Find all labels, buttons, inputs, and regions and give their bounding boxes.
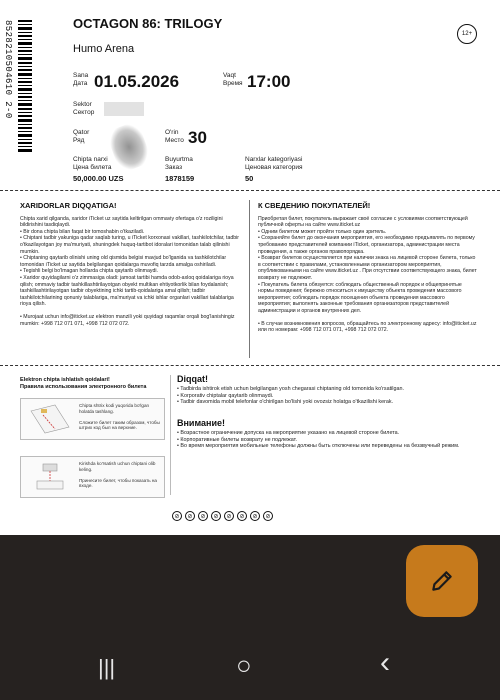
recent-apps-button[interactable]: |||	[98, 655, 115, 681]
date-value: 01.05.2026	[94, 72, 180, 91]
price-label: Chipta narxi Цена билета	[73, 156, 112, 172]
redaction-smudge	[105, 120, 153, 174]
category-label-ru: Ценовая категория	[245, 164, 303, 171]
scanner-icon	[36, 463, 64, 490]
rules-uz-line: • Murojaat uchun info@iticket.uz elektro…	[20, 313, 235, 327]
rules-ru-line: • В случае возникновения вопросов, обращ…	[258, 320, 477, 334]
no-glass-icon: ⊘	[211, 511, 221, 521]
eticket-title-uz: Elektron chipta ishlatish qoidalari!	[20, 377, 110, 383]
no-pets-icon: ⊘	[224, 511, 234, 521]
fold-diagram: Chipta shtrix kodi yuqorida bo'lgan hola…	[20, 398, 165, 440]
no-fire-icon: ⊘	[172, 511, 182, 521]
fold-ticket-icon	[30, 404, 70, 434]
rules-uz-line: • Tegishli belgi bo'lmagan hollarda chip…	[20, 268, 158, 275]
fold-diagram-text: Chipta shtrix kodi yuqorida bo'lgan hola…	[79, 403, 160, 431]
eticket-rules-title: Elektron chipta ishlatish qoidalari! Пра…	[20, 377, 146, 391]
row-label: Qator Ряд	[73, 129, 89, 145]
edit-button[interactable]	[406, 545, 478, 617]
back-button[interactable]: ‹	[380, 646, 390, 680]
no-drinks-icon: ⊘	[198, 511, 208, 521]
price-value: 50,000.00 UZS	[73, 174, 124, 183]
no-smoking-icon: ⊘	[250, 511, 260, 521]
sector-label-uz: Sektor	[73, 101, 92, 108]
warning-line: • Korporativ chiptalar qaytarib olinmayd…	[177, 392, 274, 399]
date-label: Sana Дата	[73, 72, 88, 88]
time-value: 17:00	[247, 72, 291, 91]
warning-line: • Tadbir davomida mobil telefonlar o'chi…	[177, 399, 394, 406]
show-diagram: Kirishda ko'rsatish uchun chiptani olib …	[20, 456, 165, 498]
barcode	[18, 20, 32, 152]
time-label: Vaqt Время	[223, 72, 243, 88]
event-title: OCTAGON 86: TRILOGY	[73, 16, 223, 31]
venue-name: Humo Arena	[73, 43, 135, 55]
tear-line-2	[0, 365, 500, 366]
rules-uz-line: • Xaridor quyidagilarni o'z zimmasiga ol…	[20, 274, 234, 308]
eticket-title-ru: Правила использования электронного билет…	[20, 384, 147, 390]
warnings-uz-heading: Diqqat!	[177, 374, 208, 384]
order-label-ru: Заказ	[165, 164, 183, 171]
no-animals-icon: ⊘	[263, 511, 273, 521]
warning-line: • Tadbirda ishtirok etish uchun belgilan…	[177, 385, 404, 392]
prohibited-icons: ⊘ ⊘ ⊘ ⊘ ⊘ ⊘ ⊘ ⊘	[172, 511, 273, 521]
rules-uz-line: Chipta xarid qilganda, xaridor iTicket u…	[20, 215, 223, 229]
row-label-uz: Qator	[73, 129, 90, 136]
price-label-uz: Chipta narxi	[73, 156, 108, 163]
rules-ru: К СВЕДЕНИЮ ПОКУПАТЕЛЕЙ! Приобретая билет…	[258, 201, 478, 334]
ticket: 8528210504610 2-0 OCTAGON 86: TRILOGY Hu…	[0, 0, 500, 535]
time-label-ru: Время	[223, 80, 243, 87]
category-label: Narxlar kategoriyasi Ценовая категория	[245, 156, 303, 172]
time-label-uz: Vaqt	[223, 72, 236, 79]
rules-ru-heading: К СВЕДЕНИЮ ПОКУПАТЕЛЕЙ!	[258, 201, 371, 210]
rules-ru-line: • Покупатель билета обязуется: соблюдать…	[258, 281, 462, 314]
category-label-uz: Narxlar kategoriyasi	[245, 156, 303, 163]
sector-label-ru: Сектор	[73, 109, 95, 116]
rules-ru-line: Приобретая билет, покупатель выражает св…	[258, 215, 468, 229]
row-label-ru: Ряд	[73, 137, 85, 144]
no-camera-icon: ⊘	[237, 511, 247, 521]
rules-ru-line: • Сохраняйте билет до окончания мероприя…	[258, 235, 475, 255]
rules-uz-line: • Chiptani tadbir yakuniga qadar saqlab …	[20, 235, 240, 255]
pencil-icon	[432, 571, 452, 591]
order-value: 1878159	[165, 174, 195, 183]
rules-uz-heading: XARIDORLAR DIQQATIGA!	[20, 201, 117, 210]
rules-ru-line: • Возврат билетов осуществляется при нал…	[258, 255, 477, 281]
warnings-ru-heading: Внимание!	[177, 418, 225, 428]
warnings-ru: Внимание! • Возрастное ограничение допус…	[177, 418, 487, 450]
price-label-ru: Цена билета	[73, 164, 112, 171]
show-diagram-text: Kirishda ko'rsatish uchun chiptani olib …	[79, 461, 157, 489]
rules-uz-line: • Chiptaning qaytarib olinishi uning old…	[20, 255, 227, 268]
age-badge: 12+	[457, 24, 477, 44]
rules-uz: XARIDORLAR DIQQATIGA! Chipta xarid qilga…	[20, 201, 240, 327]
category-value: 50	[245, 174, 254, 183]
warning-line: • Возрастное ограничение допуска на меро…	[177, 429, 400, 436]
warning-line: • Во время мероприятия мобильные телефон…	[177, 443, 460, 450]
sector-redacted	[104, 102, 144, 116]
sector-label: Sektor Сектор	[73, 101, 94, 117]
column-divider	[249, 200, 250, 358]
home-button[interactable]: ○	[236, 650, 252, 681]
seat-label-uz: O'rin	[165, 129, 179, 136]
seat-label-ru: Место	[165, 137, 184, 144]
warnings-uz: Diqqat! • Tadbirda ishtirok etish uchun …	[177, 374, 487, 406]
order-label: Buyurtma Заказ	[165, 156, 193, 172]
date-label-ru: Дата	[73, 80, 88, 87]
barcode-number: 8528210504610 2-0	[3, 20, 13, 119]
seat-value: 30	[188, 128, 207, 147]
tear-line	[0, 190, 500, 191]
seat-label: O'rin Место	[165, 129, 184, 145]
eticket-divider	[170, 375, 171, 495]
order-label-uz: Buyurtma	[165, 156, 193, 163]
no-weapons-icon: ⊘	[185, 511, 195, 521]
rules-uz-line: • Bir dona chipta bilan faqat bir tomosh…	[20, 228, 145, 235]
date-label-uz: Sana	[73, 72, 89, 79]
